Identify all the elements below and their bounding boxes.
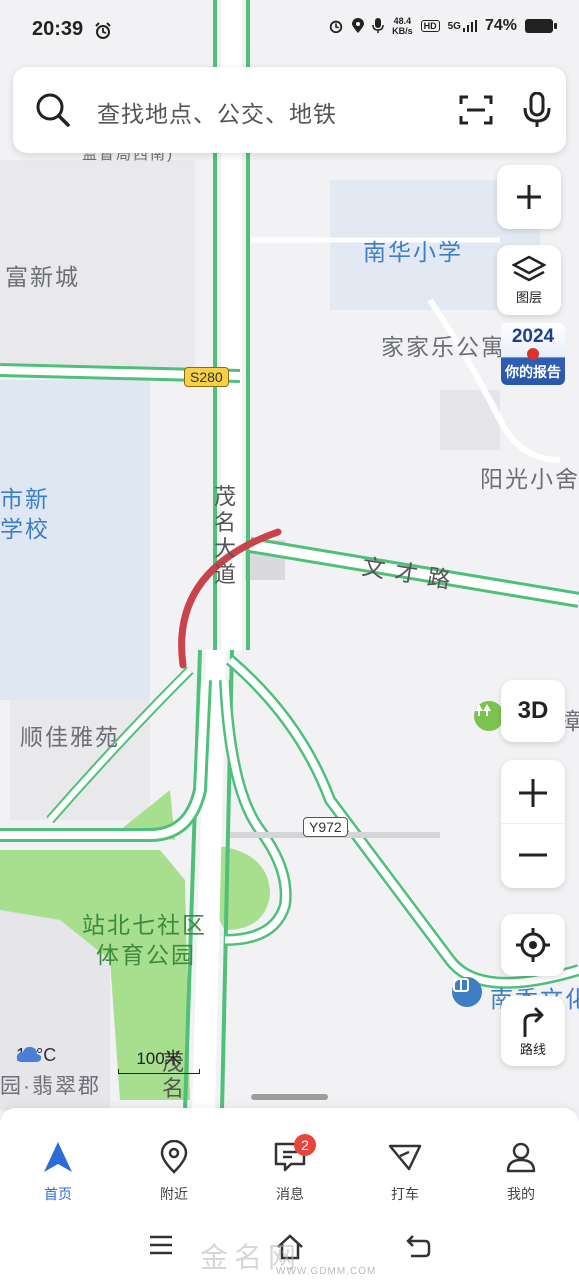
map-zoom-in-top-button[interactable] [497, 165, 561, 229]
park-poi-icon[interactable] [474, 701, 504, 731]
message-count-badge: 2 [294, 1134, 316, 1156]
alarm-clock-icon [329, 20, 343, 34]
weather-indicator[interactable]: 19°C [16, 1045, 56, 1066]
map-label-school-left-2[interactable]: 学校 [0, 510, 50, 544]
menu-icon[interactable] [148, 1234, 174, 1256]
culture-poi-icon[interactable] [452, 977, 482, 1007]
road-shield-s280: S280 [184, 367, 229, 387]
location-pin-icon [160, 1140, 188, 1174]
report-dot-icon [527, 348, 539, 360]
map-label-nanhua-school[interactable]: 南华小学 [363, 233, 463, 267]
nav-item-messages[interactable]: 2 消息 [250, 1134, 330, 1204]
bottom-navigation: 首页 附近 2 消息 打车 我的 [0, 1108, 579, 1218]
map-canvas[interactable]: 监督局西南) 富新城 南华小学 家家乐公寓 S280 市新 学校 阳光小舍 茂 … [0, 0, 579, 1130]
user-icon [506, 1142, 536, 1173]
signal-indicator: 5G [448, 20, 477, 32]
search-placeholder[interactable]: 查找地点、公交、地铁 [97, 95, 337, 129]
cloud-icon [16, 1046, 42, 1062]
map-label-fu-xin-cheng[interactable]: 富新城 [5, 258, 80, 292]
layers-icon [512, 255, 546, 281]
nav-item-taxi[interactable]: 打车 [365, 1138, 445, 1204]
layers-button[interactable]: 图层 [497, 245, 561, 315]
search-icon [36, 93, 70, 127]
scan-icon[interactable] [459, 95, 493, 125]
nav-label-taxi: 打车 [391, 1186, 419, 1202]
map-scale: 100米 [118, 1044, 200, 1074]
zoom-out-icon [519, 853, 547, 857]
map-label-park-1[interactable]: 站北七社区 [82, 906, 207, 940]
navigation-arrow-icon [44, 1142, 72, 1172]
nav-label-home: 首页 [44, 1186, 72, 1202]
3d-label: 3D [517, 697, 549, 724]
map-label-jiajiale[interactable]: 家家乐公寓 [381, 328, 506, 362]
search-bar[interactable]: 查找地点、公交、地铁 [13, 67, 566, 153]
map-label-shunjia[interactable]: 顺佳雅苑 [20, 718, 120, 752]
microphone-icon [372, 18, 384, 33]
layers-label: 图层 [515, 289, 542, 305]
map-label-school-left-1[interactable]: 市新 [0, 480, 50, 514]
signal-icon [462, 20, 477, 32]
route-arrow-icon [523, 1007, 544, 1037]
back-icon[interactable] [405, 1234, 431, 1258]
locate-button[interactable] [501, 914, 565, 976]
status-bar: 20:39 48.4 KB/s HD 5G 74% [0, 0, 579, 62]
nav-item-home[interactable]: 首页 [18, 1138, 98, 1204]
nav-label-messages: 消息 [276, 1186, 304, 1202]
watermark-url: WWW.GDMM.COM [276, 1266, 377, 1277]
locate-target-icon [516, 928, 550, 962]
voice-search-icon[interactable] [523, 92, 551, 128]
route-button[interactable]: 路线 [501, 996, 565, 1066]
map-label-yangguang[interactable]: 阳光小舍 [480, 460, 579, 494]
route-label: 路线 [519, 1041, 546, 1057]
road-shield-y972: Y972 [303, 817, 348, 837]
zoom-control[interactable] [501, 760, 565, 888]
network-speed: 48.4 KB/s [392, 16, 413, 36]
zoom-out-button[interactable] [501, 824, 565, 886]
annual-report-badge[interactable]: 2024 你的报告 [501, 323, 565, 385]
hd-badge: HD [420, 20, 440, 32]
zoom-in-icon [519, 778, 547, 807]
status-time: 20:39 [32, 18, 84, 40]
scale-bar [118, 1069, 200, 1074]
nav-item-mine[interactable]: 我的 [481, 1138, 561, 1204]
zoom-in-button[interactable] [501, 762, 565, 824]
bottom-sheet-handle[interactable] [251, 1094, 328, 1100]
battery-percent: 74% [484, 17, 517, 34]
road-label-maoming-avenue: 茂 名 大 道 [213, 484, 236, 587]
report-year: 2024 [511, 326, 555, 347]
report-text: 你的报告 [505, 364, 561, 380]
map-label-feicui[interactable]: 园·翡翠郡 [0, 1070, 101, 1100]
nav-label-mine: 我的 [507, 1186, 535, 1202]
taxi-icon [388, 1144, 422, 1171]
nav-label-nearby: 附近 [160, 1186, 188, 1202]
plus-icon [517, 185, 541, 209]
battery-icon [525, 19, 557, 33]
status-icons: 48.4 KB/s HD 5G 74% [328, 16, 557, 36]
map-roads [0, 0, 579, 1111]
scale-label: 100米 [136, 1049, 182, 1068]
map-label-park-2[interactable]: 体育公园 [96, 936, 196, 970]
alarm-icon [95, 22, 111, 39]
3d-toggle-button[interactable]: 3D [501, 680, 565, 742]
nav-item-nearby[interactable]: 附近 [134, 1138, 214, 1204]
location-icon [352, 18, 365, 33]
